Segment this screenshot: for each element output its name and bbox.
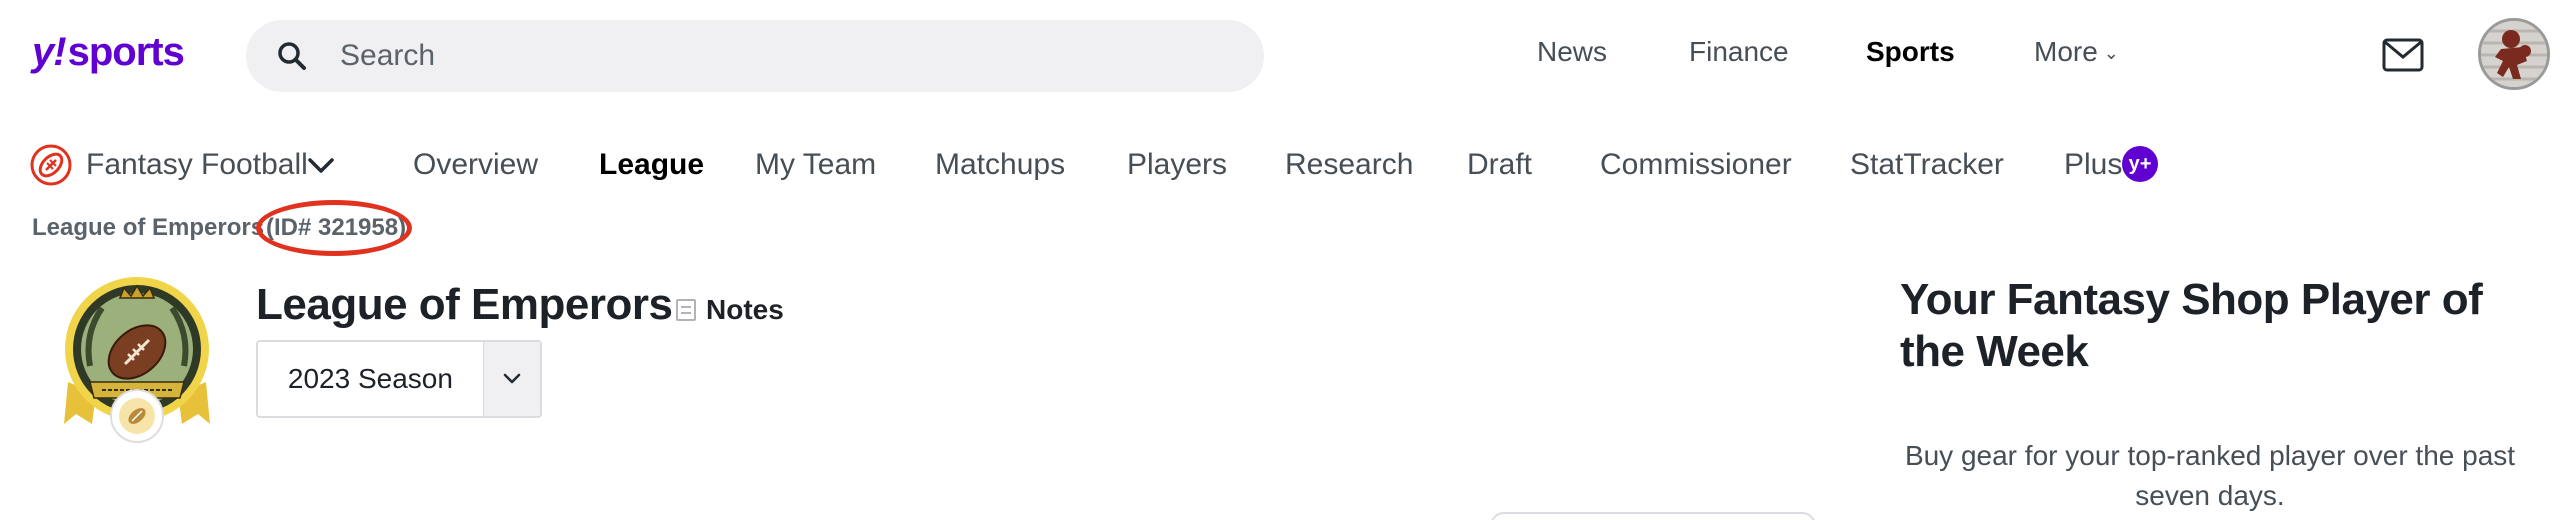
tab-stattracker[interactable]: StatTracker xyxy=(1850,148,2004,182)
tab-my-team[interactable]: My Team xyxy=(755,148,876,182)
fantasy-football-icon[interactable] xyxy=(30,144,72,186)
plus-badge[interactable]: y+ xyxy=(2122,146,2158,182)
chevron-down-icon: ⌄ xyxy=(2103,43,2119,64)
season-value[interactable]: 2023 Season xyxy=(258,342,483,416)
tab-overview[interactable]: Overview xyxy=(413,148,538,182)
nav-sports[interactable]: Sports xyxy=(1866,36,1955,68)
season-dropdown-toggle[interactable] xyxy=(482,342,540,416)
tab-matchups[interactable]: Matchups xyxy=(935,148,1065,182)
season-select[interactable]: 2023 Season xyxy=(256,340,542,418)
tab-research[interactable]: Research xyxy=(1285,148,1413,182)
logo-bang: ! xyxy=(53,30,66,74)
nav-news[interactable]: News xyxy=(1537,36,1607,68)
partial-card xyxy=(1490,512,1816,520)
logo-word: sports xyxy=(67,30,185,74)
nav-more[interactable]: More ⌄ xyxy=(2034,36,2119,68)
fantasy-football-label[interactable]: Fantasy Football xyxy=(86,148,308,182)
tab-league[interactable]: League xyxy=(599,148,704,182)
mail-icon[interactable] xyxy=(2382,38,2424,72)
fantasy-sub-nav: Fantasy Football Overview League My Team… xyxy=(0,138,2200,194)
tab-players[interactable]: Players xyxy=(1127,148,1227,182)
promo-text: Buy gear for your top-ranked player over… xyxy=(1904,440,2516,511)
search-input[interactable] xyxy=(340,39,1240,73)
promo-title: Your Fantasy Shop Player of the Week xyxy=(1900,275,2483,376)
logo-y: y xyxy=(32,30,54,74)
breadcrumb-league[interactable]: League of Emperors xyxy=(32,214,264,241)
league-title: League of Emperors xyxy=(256,280,673,329)
top-header: y!sports News Finance Sports More⌄ xyxy=(0,0,2564,110)
user-avatar[interactable] xyxy=(2478,18,2550,90)
avatar-image xyxy=(2481,21,2547,87)
nav-finance[interactable]: Finance xyxy=(1689,36,1789,68)
tab-commissioner[interactable]: Commissioner xyxy=(1600,148,1792,182)
chevron-down-icon[interactable] xyxy=(306,152,336,178)
league-logo xyxy=(64,277,210,443)
search-bar[interactable] xyxy=(246,20,1264,92)
tab-plus[interactable]: Plus xyxy=(2064,148,2122,182)
breadcrumb: League of Emperors (ID# 321958) xyxy=(32,214,406,242)
chevron-down-icon xyxy=(503,373,521,384)
tab-draft[interactable]: Draft xyxy=(1467,148,1532,182)
nav-more-label: More xyxy=(2034,36,2098,67)
search-icon[interactable] xyxy=(276,40,308,72)
notes-button[interactable]: Notes xyxy=(676,294,784,326)
annotation-circle xyxy=(256,200,412,256)
notes-label: Notes xyxy=(706,294,784,325)
yahoo-sports-logo[interactable]: y! sports xyxy=(32,30,185,75)
notes-icon xyxy=(676,299,696,321)
